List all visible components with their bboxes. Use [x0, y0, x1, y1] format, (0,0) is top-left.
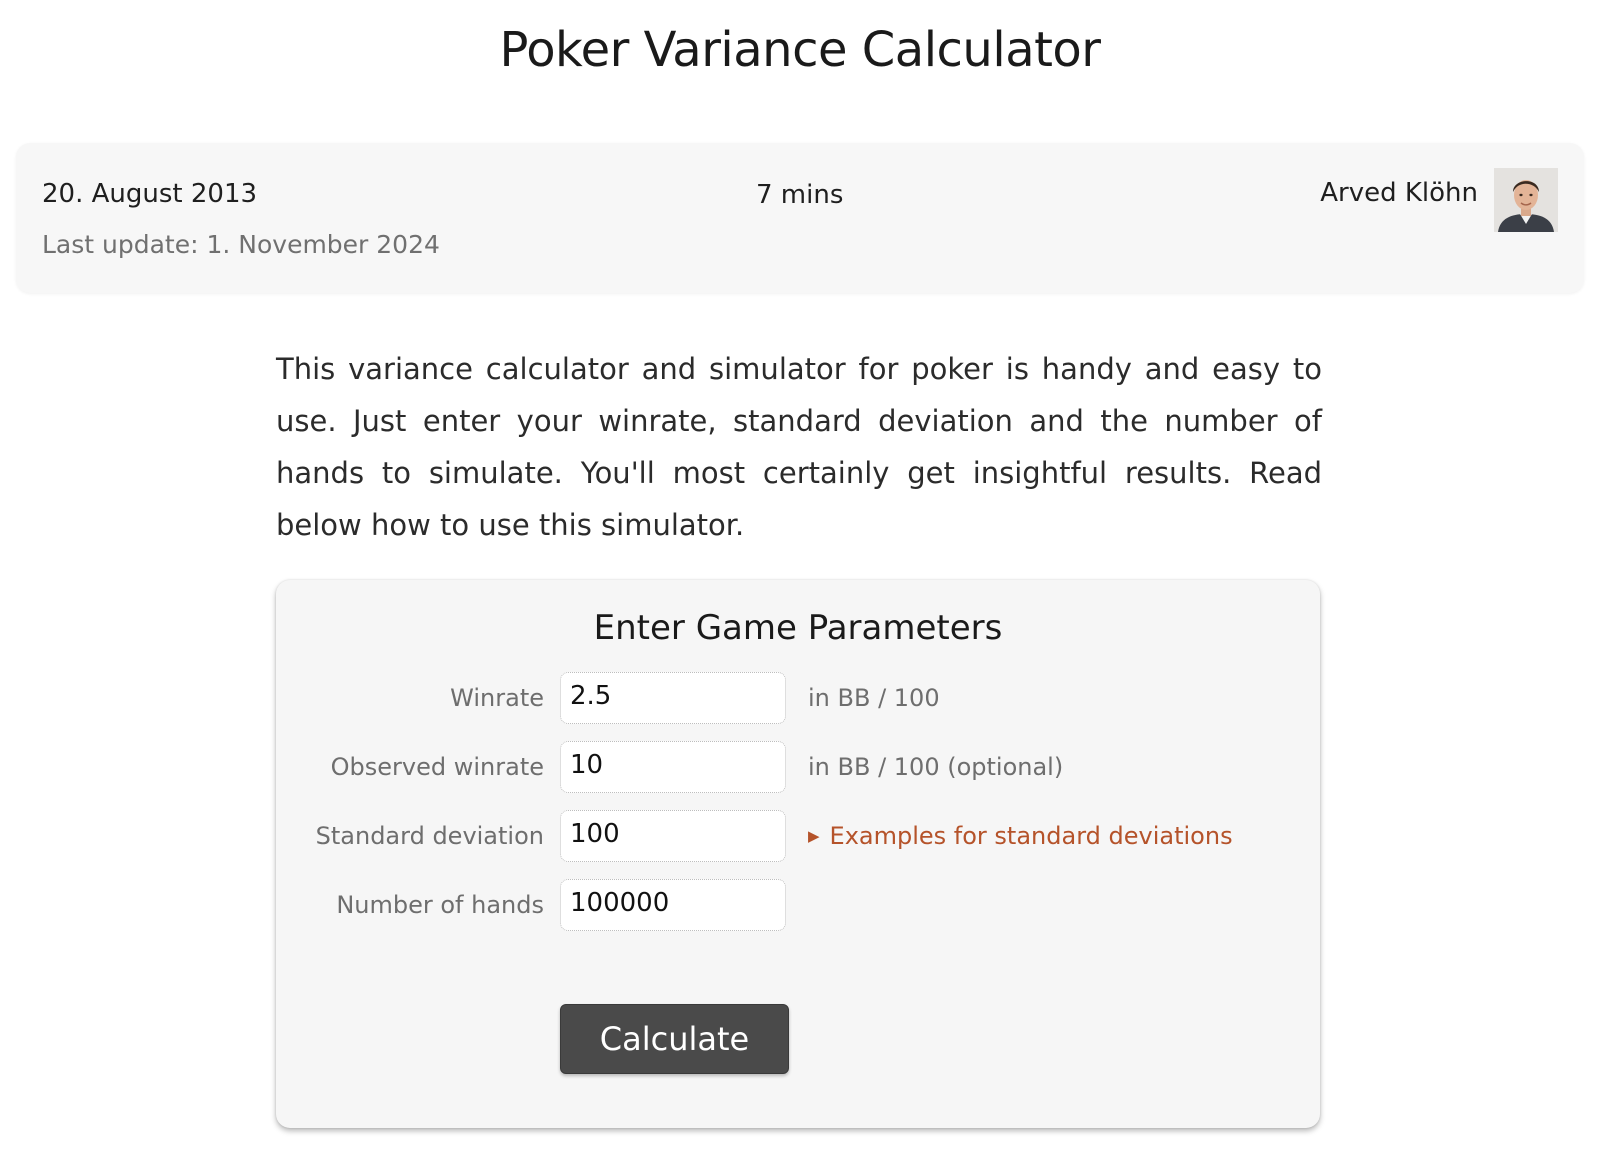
avatar[interactable]: [1494, 168, 1558, 232]
publish-date: 20. August 2013: [42, 179, 258, 209]
triangle-right-icon: ▶: [808, 827, 820, 845]
standard-deviation-input[interactable]: 100: [560, 810, 786, 862]
number-of-hands-row: Number of hands 100000: [276, 879, 1320, 933]
number-of-hands-label: Number of hands: [336, 891, 544, 919]
std-dev-examples-link[interactable]: ▶ Examples for standard deviations: [808, 822, 1233, 850]
number-of-hands-input[interactable]: 100000: [560, 879, 786, 931]
intro-paragraph: This variance calculator and simulator f…: [276, 352, 1322, 542]
winrate-label: Winrate: [450, 684, 544, 712]
observed-winrate-row: Observed winrate 10 in BB / 100 (optiona…: [276, 741, 1320, 795]
std-dev-examples-label: Examples for standard deviations: [829, 822, 1233, 850]
author-portrait-icon: [1494, 168, 1558, 232]
winrate-input[interactable]: 2.5: [560, 672, 786, 724]
calculate-button[interactable]: Calculate: [560, 1004, 789, 1074]
winrate-unit: in BB / 100: [808, 684, 940, 712]
reading-time: 7 mins: [756, 180, 844, 210]
parameters-panel: Enter Game Parameters Winrate 2.5 in BB …: [276, 580, 1320, 1128]
article-meta: 20. August 2013 Last update: 1. November…: [16, 143, 1584, 293]
observed-winrate-input[interactable]: 10: [560, 741, 786, 793]
observed-winrate-label: Observed winrate: [330, 753, 544, 781]
page-title: Poker Variance Calculator: [499, 22, 1101, 78]
winrate-row: Winrate 2.5 in BB / 100: [276, 672, 1320, 726]
panel-title: Enter Game Parameters: [593, 608, 1003, 648]
author-name[interactable]: Arved Klöhn: [1320, 178, 1478, 208]
last-update: Last update: 1. November 2024: [42, 230, 440, 259]
observed-winrate-unit: in BB / 100 (optional): [808, 753, 1064, 781]
standard-deviation-row: Standard deviation 100 ▶ Examples for sta…: [276, 810, 1320, 864]
standard-deviation-label: Standard deviation: [315, 822, 544, 850]
